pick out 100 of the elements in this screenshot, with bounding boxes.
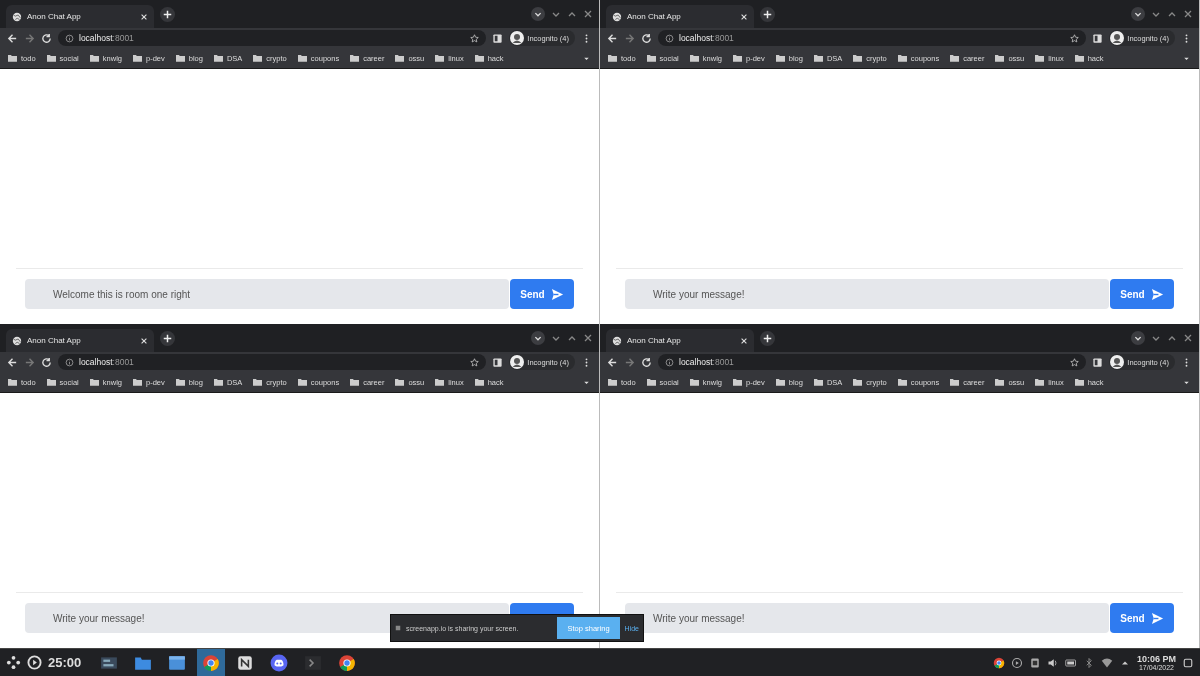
globe-icon [612, 335, 622, 346]
send-button[interactable]: Send [510, 279, 574, 309]
new-tab-icon[interactable] [760, 6, 775, 22]
folder-icon [1035, 378, 1045, 386]
folder-icon [435, 378, 445, 386]
message-input[interactable]: Write your message! [625, 279, 1109, 309]
chrome-icon[interactable] [992, 656, 1005, 669]
close-tab-icon[interactable] [140, 12, 148, 21]
browser-tab[interactable]: Anon Chat App [606, 329, 754, 352]
folder-icon [853, 54, 863, 62]
folder-icon [1074, 378, 1084, 386]
star-icon[interactable] [470, 357, 480, 367]
close-icon[interactable] [583, 9, 593, 19]
globe-icon [12, 335, 22, 346]
forward-icon[interactable] [624, 356, 635, 368]
tab-search-icon[interactable] [1131, 331, 1145, 345]
forward-icon[interactable] [24, 356, 35, 368]
back-icon[interactable] [7, 356, 18, 368]
address-bar[interactable]: localhost:8001 [58, 354, 487, 370]
sidebar-icon[interactable] [492, 356, 504, 368]
desktop-icon[interactable] [1182, 656, 1194, 669]
terminal-icon [304, 653, 323, 672]
notion-icon [236, 653, 255, 672]
browser-tab[interactable]: Anon Chat App [606, 5, 754, 28]
chrome-icon [202, 653, 221, 672]
folder-icon [813, 54, 823, 62]
taskbar-app[interactable] [197, 649, 226, 676]
close-tab-icon[interactable] [740, 336, 748, 345]
incognito-avatar-icon [1110, 355, 1125, 369]
folder-icon [175, 54, 185, 62]
folder-icon [89, 54, 99, 62]
new-tab-icon[interactable] [160, 330, 175, 346]
star-icon[interactable] [470, 33, 480, 43]
close-icon[interactable] [1183, 333, 1193, 343]
forward-icon[interactable] [24, 32, 35, 44]
sidebar-icon[interactable] [1092, 356, 1104, 368]
folder-icon [46, 378, 56, 386]
folder-icon [646, 378, 656, 386]
incognito-avatar-icon [510, 31, 525, 45]
reload-icon[interactable] [41, 32, 52, 44]
star-icon[interactable] [1070, 357, 1080, 367]
folder-icon [733, 378, 742, 386]
close-icon[interactable] [583, 333, 593, 343]
incognito-avatar-icon [1110, 31, 1125, 45]
folder-icon [8, 54, 17, 62]
send-icon [1150, 611, 1164, 625]
folder-icon [608, 54, 617, 62]
battery-icon[interactable] [1064, 656, 1077, 669]
new-tab-icon[interactable] [160, 6, 175, 22]
folder-icon [474, 378, 484, 386]
star-icon[interactable] [1070, 33, 1080, 43]
folder-icon [775, 378, 785, 386]
tab-search-icon[interactable] [1131, 7, 1145, 21]
back-icon[interactable] [607, 32, 618, 44]
timer-icon[interactable] [27, 655, 42, 670]
forward-icon[interactable] [624, 32, 635, 44]
tab-search-icon[interactable] [531, 331, 545, 345]
folder-icon [995, 54, 1005, 62]
info-icon [65, 33, 74, 43]
info-icon [665, 357, 674, 367]
address-bar[interactable]: localhost:8001 [58, 30, 487, 46]
folder-icon [133, 54, 142, 62]
launcher-icon[interactable] [6, 655, 21, 670]
reload-icon[interactable] [641, 32, 652, 44]
folder-icon [608, 378, 617, 386]
folder-icon [897, 54, 907, 62]
folder-icon [853, 378, 863, 386]
address-bar[interactable]: localhost:8001 [658, 354, 1087, 370]
folder-icon [350, 54, 360, 62]
folder-icon [1074, 54, 1084, 62]
folder-icon [395, 378, 405, 386]
volume-icon[interactable] [1046, 656, 1059, 669]
sidebar-icon[interactable] [492, 32, 504, 44]
back-icon[interactable] [7, 32, 18, 44]
folder-icon [813, 378, 823, 386]
info-icon [665, 33, 674, 43]
close-tab-icon[interactable] [740, 12, 748, 21]
send-button[interactable]: Send [1110, 279, 1174, 309]
reload-icon[interactable] [41, 356, 52, 368]
back-icon[interactable] [607, 356, 618, 368]
wifi-icon[interactable] [1100, 656, 1113, 669]
tab-search-icon[interactable] [531, 7, 545, 21]
folder-icon [689, 378, 699, 386]
address-bar[interactable]: localhost:8001 [658, 30, 1087, 46]
folder-icon [733, 54, 742, 62]
message-input[interactable]: Welcome this is room one right [25, 279, 509, 309]
media-icon[interactable] [1010, 656, 1023, 669]
close-icon[interactable] [1183, 9, 1193, 19]
folder-icon [253, 378, 263, 386]
browser-tab[interactable]: Anon Chat App [6, 329, 154, 352]
folder-icon [646, 54, 656, 62]
sidebar-icon[interactable] [1092, 32, 1104, 44]
clipboard-icon[interactable] [1028, 656, 1041, 669]
globe-icon [612, 11, 622, 22]
reload-icon[interactable] [641, 356, 652, 368]
send-button[interactable]: Send [1110, 603, 1174, 633]
browser-tab[interactable]: Anon Chat App [6, 5, 154, 28]
new-tab-icon[interactable] [760, 330, 775, 346]
close-tab-icon[interactable] [140, 336, 148, 345]
folder-icon [995, 378, 1005, 386]
